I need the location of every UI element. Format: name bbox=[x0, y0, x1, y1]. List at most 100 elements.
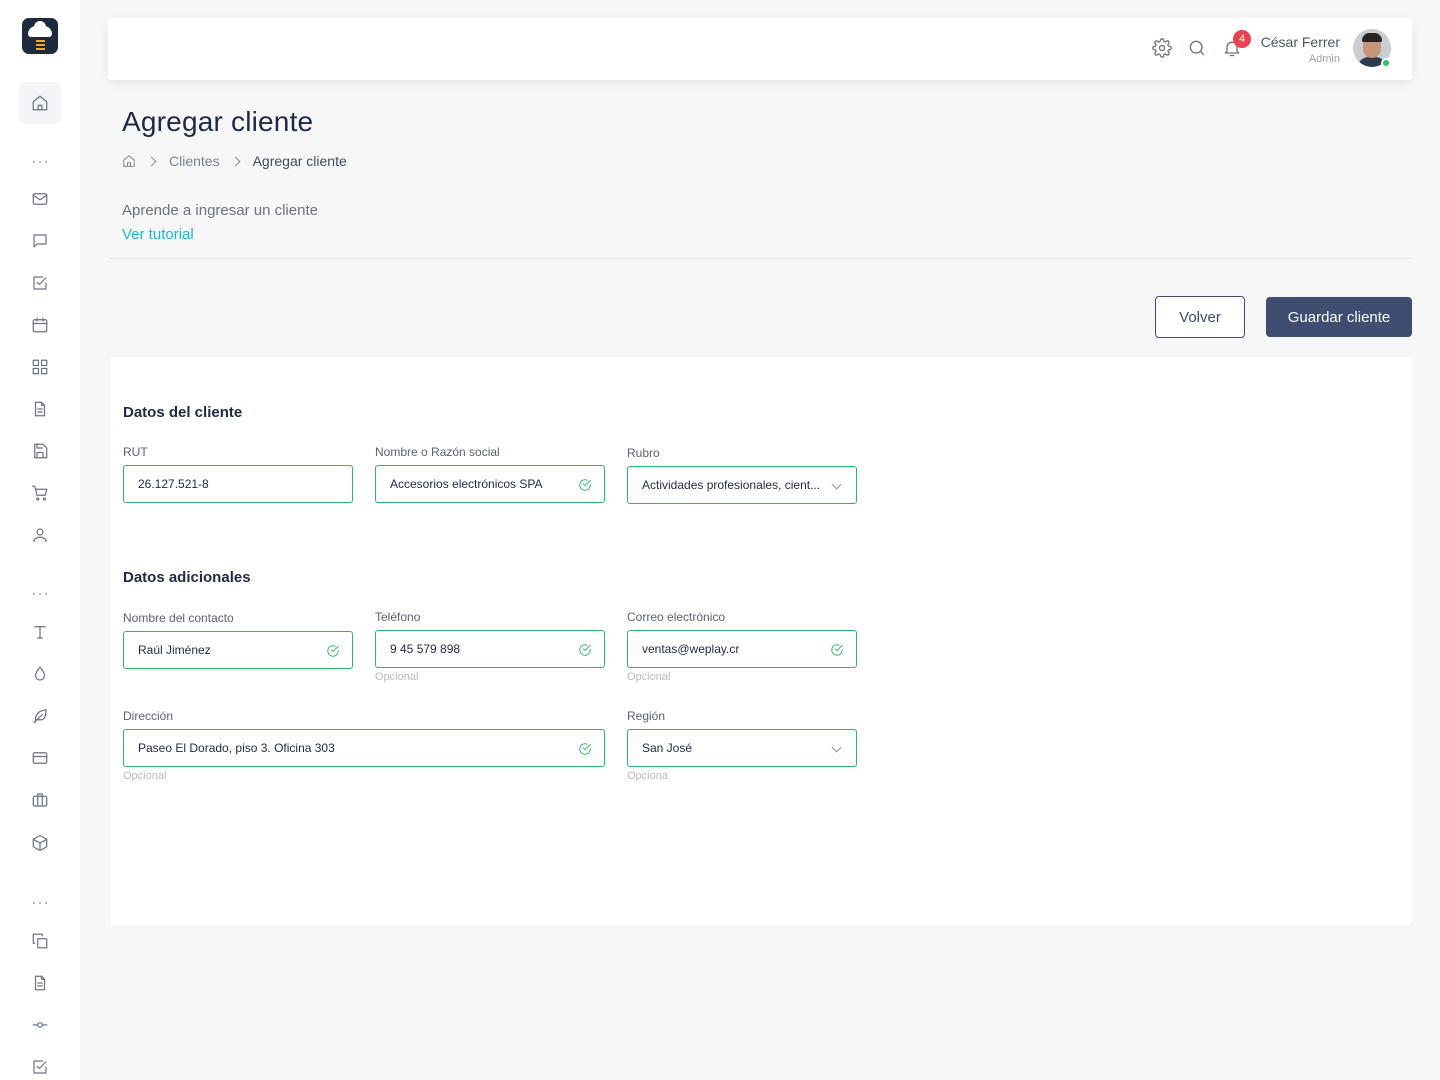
phone-field[interactable]: 9 45 579 898 bbox=[375, 630, 605, 668]
region-label: Región bbox=[627, 709, 666, 723]
check-circle-icon bbox=[578, 742, 592, 756]
document-icon bbox=[34, 401, 46, 417]
contact-name-field[interactable]: Raúl Jiménez bbox=[123, 631, 353, 669]
feather-icon bbox=[33, 709, 47, 724]
address-field[interactable]: Paseo El Dorado, piso 3. Oficina 303 bbox=[123, 729, 605, 767]
breadcrumb-item-current: Agregar cliente bbox=[252, 153, 347, 169]
divider bbox=[110, 258, 1412, 259]
back-button[interactable]: Volver bbox=[1155, 296, 1245, 338]
rut-field[interactable]: 26.127.521-8 bbox=[123, 465, 353, 503]
sidebar-item-documents[interactable] bbox=[19, 388, 61, 430]
user-name[interactable]: César Ferrer bbox=[1261, 34, 1340, 50]
cart-icon bbox=[31, 485, 48, 501]
calendar-icon bbox=[32, 317, 48, 333]
sidebar-item-extensions[interactable] bbox=[19, 822, 61, 864]
drop-icon bbox=[34, 666, 46, 681]
sidebar-separator bbox=[33, 593, 47, 597]
check-circle-icon bbox=[326, 644, 340, 658]
tutorial-prompt: Aprende a ingresar un cliente bbox=[122, 202, 318, 219]
breadcrumb-item-clientes[interactable]: Clientes bbox=[169, 153, 220, 169]
phone-value: 9 45 579 898 bbox=[390, 642, 461, 656]
chevron-right-icon bbox=[230, 156, 241, 166]
file-icon bbox=[34, 975, 46, 991]
sidebar-item-icons[interactable] bbox=[19, 695, 61, 737]
sidebar-item-tasks[interactable] bbox=[19, 262, 61, 304]
topbar: 4 César Ferrer Admin bbox=[108, 18, 1412, 80]
sidebar-item-commits[interactable] bbox=[19, 1004, 61, 1046]
rut-label: RUT bbox=[123, 445, 148, 459]
save-client-button[interactable]: Guardar cliente bbox=[1266, 297, 1412, 337]
home-icon[interactable] bbox=[122, 154, 136, 168]
sidebar-item-chat[interactable] bbox=[19, 220, 61, 262]
rubro-label: Rubro bbox=[627, 446, 660, 460]
notification-badge: 4 bbox=[1233, 30, 1251, 48]
git-commit-icon bbox=[32, 1022, 48, 1028]
check-circle-icon bbox=[578, 478, 592, 492]
check-circle-icon bbox=[830, 643, 844, 657]
region-value: San José bbox=[642, 741, 693, 755]
save-icon bbox=[34, 443, 48, 459]
tutorial-link[interactable]: Ver tutorial bbox=[122, 226, 194, 243]
email-label: Correo electrónico bbox=[627, 610, 726, 624]
rubro-value: Actividades profesionales, cient... bbox=[642, 478, 821, 492]
page-title: Agregar cliente bbox=[122, 106, 314, 137]
address-label: Dirección bbox=[123, 709, 174, 723]
sidebar-item-components[interactable] bbox=[19, 779, 61, 821]
phone-label: Teléfono bbox=[375, 610, 421, 624]
address-hint: Opcional bbox=[123, 770, 167, 782]
sidebar-item-calendar[interactable] bbox=[19, 304, 61, 346]
sidebar-separator bbox=[33, 161, 47, 165]
app-logo[interactable] bbox=[22, 18, 58, 54]
contact-name-value: Raúl Jiménez bbox=[138, 643, 211, 657]
settings-icon bbox=[1152, 38, 1172, 58]
text-icon bbox=[34, 626, 46, 639]
rut-value: 26.127.521-8 bbox=[138, 477, 209, 491]
mail-icon bbox=[32, 193, 48, 205]
sidebar-item-cart[interactable] bbox=[19, 472, 61, 514]
briefcase-icon bbox=[32, 793, 48, 807]
client-section-title: Datos del cliente bbox=[123, 404, 243, 421]
user-role: Admin bbox=[1308, 53, 1340, 65]
sidebar-item-typography[interactable] bbox=[19, 611, 61, 653]
email-field[interactable]: ventas@weplay.cr bbox=[627, 630, 857, 668]
region-select[interactable]: San José bbox=[627, 729, 857, 767]
business-name-label: Nombre o Razón social bbox=[375, 445, 500, 459]
grid-icon bbox=[32, 359, 48, 375]
sidebar-item-cards[interactable] bbox=[19, 737, 61, 779]
business-name-field[interactable]: Accesorios electrónicos SPA bbox=[375, 465, 605, 503]
rubro-select[interactable]: Actividades profesionales, cient... bbox=[627, 466, 857, 504]
sidebar-item-files[interactable] bbox=[19, 962, 61, 1004]
copy-icon bbox=[32, 933, 48, 949]
phone-hint: Opcional bbox=[375, 671, 419, 683]
search-button[interactable] bbox=[1187, 38, 1209, 60]
box-icon bbox=[32, 834, 48, 852]
contact-name-label: Nombre del contacto bbox=[123, 611, 234, 625]
sidebar-item-checklist[interactable] bbox=[19, 1046, 61, 1080]
checkbox-icon bbox=[33, 276, 47, 290]
sidebar-item-home[interactable] bbox=[19, 82, 61, 124]
region-hint: Opciona bbox=[627, 770, 668, 782]
home-icon bbox=[32, 95, 48, 111]
chat-icon bbox=[33, 234, 47, 248]
sidebar-item-mail[interactable] bbox=[19, 178, 61, 220]
settings-button[interactable] bbox=[1152, 38, 1174, 60]
sidebar-item-apps[interactable] bbox=[19, 346, 61, 388]
sidebar-item-colors[interactable] bbox=[19, 653, 61, 695]
online-status-indicator bbox=[1381, 58, 1391, 68]
sidebar-item-save[interactable] bbox=[19, 430, 61, 472]
sidebar-item-copy[interactable] bbox=[19, 920, 61, 962]
sidebar bbox=[0, 0, 80, 1080]
chevron-down-icon bbox=[831, 479, 842, 490]
client-form-card: Datos del cliente RUT 26.127.521-8 Nombr… bbox=[110, 357, 1412, 925]
credit-card-icon bbox=[32, 752, 48, 764]
breadcrumb: Clientes Agregar cliente bbox=[122, 153, 347, 169]
check-square-icon bbox=[33, 1060, 47, 1074]
check-circle-icon bbox=[578, 643, 592, 657]
chevron-down-icon bbox=[831, 742, 842, 753]
chevron-right-icon bbox=[146, 156, 157, 166]
sidebar-separator bbox=[33, 902, 47, 906]
sidebar-item-users[interactable] bbox=[19, 514, 61, 556]
address-value: Paseo El Dorado, piso 3. Oficina 303 bbox=[138, 741, 335, 755]
email-hint: Opcional bbox=[627, 671, 671, 683]
user-icon bbox=[33, 528, 47, 543]
